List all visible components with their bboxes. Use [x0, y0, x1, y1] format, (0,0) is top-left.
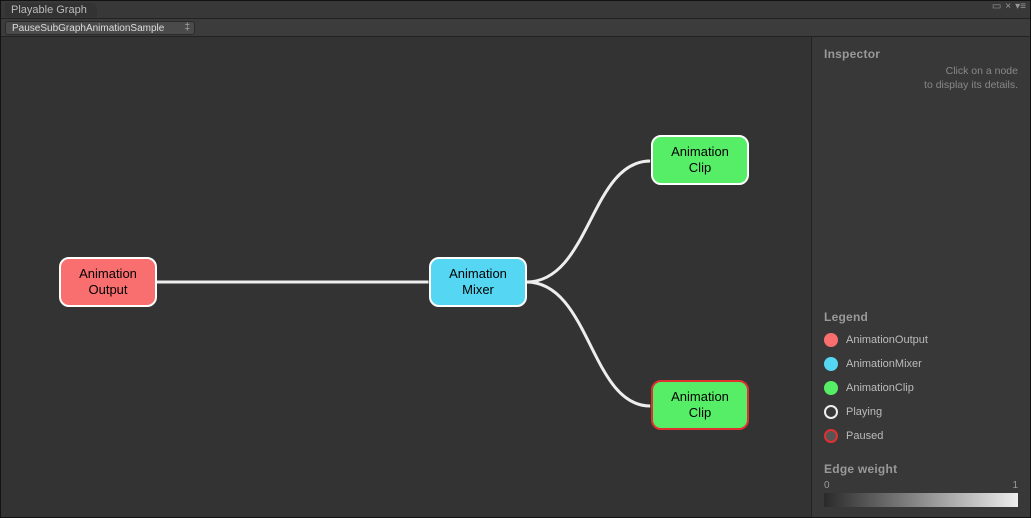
node-animation-clip-1[interactable]: Animation Clip: [651, 135, 749, 185]
node-animation-output[interactable]: Animation Output: [59, 257, 157, 307]
node-label: Animation Clip: [671, 144, 729, 175]
legend-item-paused: Paused: [824, 429, 1018, 443]
playable-graph-window: Playable Graph ▭ × ▾≡ PauseSubGraphAnima…: [0, 0, 1031, 518]
window-tab[interactable]: Playable Graph: [5, 3, 97, 17]
window-close-icon[interactable]: ×: [1005, 2, 1011, 12]
node-label: Animation Output: [79, 266, 137, 297]
window-menu-icon[interactable]: ▾≡: [1015, 2, 1026, 12]
titlebar: Playable Graph ▭ × ▾≡: [1, 1, 1030, 19]
edge-weight-title: Edge weight: [824, 462, 1018, 476]
node-animation-clip-2[interactable]: Animation Clip: [651, 380, 749, 430]
graph-canvas[interactable]: Animation Output Animation Mixer Animati…: [1, 37, 812, 517]
graph-select-dropdown[interactable]: PauseSubGraphAnimationSample: [5, 21, 195, 35]
edge-weight-min: 0: [824, 480, 830, 491]
inspector-title: Inspector: [824, 47, 1018, 61]
swatch-icon: [824, 405, 838, 419]
sidebar: Inspector Click on a node to display its…: [812, 37, 1030, 517]
legend-item-output: AnimationOutput: [824, 333, 1018, 347]
legend-label: Paused: [846, 430, 883, 442]
inspector-hint: Click on a node to display its details.: [824, 65, 1018, 92]
swatch-icon: [824, 381, 838, 395]
toolbar: PauseSubGraphAnimationSample: [1, 19, 1030, 37]
edge-weight-max: 1: [1012, 480, 1018, 491]
legend-item-mixer: AnimationMixer: [824, 357, 1018, 371]
legend-item-clip: AnimationClip: [824, 381, 1018, 395]
swatch-icon: [824, 357, 838, 371]
legend-label: AnimationClip: [846, 382, 914, 394]
swatch-icon: [824, 429, 838, 443]
edge-weight-section: Edge weight 0 1: [824, 462, 1018, 507]
legend-label: AnimationMixer: [846, 358, 922, 370]
window-lock-icon[interactable]: ▭: [992, 2, 1001, 12]
legend-label: AnimationOutput: [846, 334, 928, 346]
legend-item-playing: Playing: [824, 405, 1018, 419]
legend-title: Legend: [824, 310, 1018, 324]
edge-weight-gradient: [824, 493, 1018, 507]
node-animation-mixer[interactable]: Animation Mixer: [429, 257, 527, 307]
node-label: Animation Mixer: [449, 266, 507, 297]
node-label: Animation Clip: [671, 389, 729, 420]
legend-label: Playing: [846, 406, 882, 418]
edge-weight-labels: 0 1: [824, 480, 1018, 491]
window-controls: ▭ × ▾≡: [992, 2, 1026, 12]
swatch-icon: [824, 333, 838, 347]
